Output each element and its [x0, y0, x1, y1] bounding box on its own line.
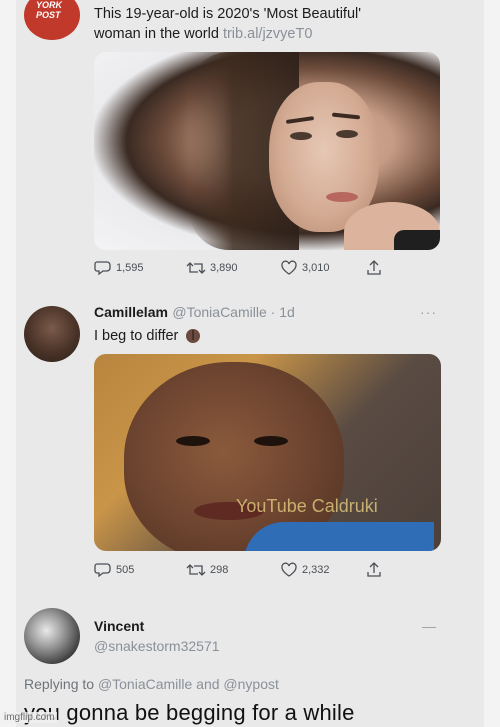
more-options-icon[interactable]: — — [422, 618, 437, 634]
reply-count: 1,595 — [116, 262, 144, 274]
tweet-line-2: woman in the world trib.al/jzvyeT0 — [94, 26, 313, 42]
replying-mentions[interactable]: @ToniaCamille and @nypost — [98, 676, 279, 692]
share-button[interactable] — [366, 260, 382, 276]
tweet-media-image[interactable] — [94, 52, 440, 250]
heart-icon — [281, 562, 297, 577]
tweet-header: Camillelam @ToniaCamille · 1d — [94, 304, 440, 322]
tweet-line-1: This 19-year-old is 2020's 'Most Beautif… — [94, 6, 362, 22]
like-button[interactable]: 2,332 — [280, 562, 330, 578]
retweet-icon — [186, 262, 206, 274]
left-page-edge — [0, 0, 16, 727]
display-name[interactable]: Vincent — [94, 618, 144, 634]
reply-icon — [94, 563, 111, 578]
handle-and-time: @ToniaCamille · 1d — [172, 304, 295, 320]
eye-right — [336, 130, 358, 138]
reply-button[interactable]: 1,595 — [94, 260, 144, 276]
retweet-icon — [186, 564, 206, 576]
handle: @snakestorm32571 — [94, 638, 220, 654]
retweet-button[interactable]: 3,890 — [186, 260, 238, 276]
share-icon — [367, 260, 381, 275]
camille-avatar[interactable] — [24, 306, 80, 362]
tweet-actions: 505 298 2,332 — [94, 562, 440, 582]
video-watermark: YouTube Caldruki — [236, 496, 378, 516]
tweet-media-image[interactable]: YouTube Caldruki — [94, 354, 441, 551]
reply-button[interactable]: 505 — [94, 562, 134, 578]
lips-shape — [326, 192, 358, 202]
shirt-shape — [244, 522, 434, 551]
like-count: 2,332 — [302, 564, 330, 576]
nypost-avatar[interactable]: YORK POST — [24, 0, 80, 40]
vincent-avatar[interactable] — [24, 608, 80, 664]
imgflip-credit: imgflip.com — [2, 712, 57, 723]
reply-text: you gonna be begging for a while — [24, 700, 355, 725]
reply-count: 505 — [116, 564, 135, 576]
retweet-button[interactable]: 298 — [186, 562, 228, 578]
tweet-link[interactable]: trib.al/jzvyeT0 — [223, 26, 312, 42]
eye-left — [176, 436, 210, 446]
eye-left — [290, 132, 312, 140]
praying-emoji-icon — [186, 329, 201, 343]
nypost-logo-icon: YORK POST — [36, 0, 63, 20]
like-count: 3,010 — [302, 262, 330, 274]
tweet-actions: 1,595 3,890 3,010 — [94, 260, 440, 280]
tweet-text: I beg to differ — [94, 326, 202, 346]
like-button[interactable]: 3,010 — [280, 260, 330, 276]
display-name[interactable]: Camillelam — [94, 304, 168, 320]
right-page-edge — [484, 0, 500, 727]
share-icon — [367, 562, 381, 577]
share-button[interactable] — [366, 562, 382, 578]
retweet-count: 3,890 — [210, 262, 238, 274]
more-options-icon[interactable]: ··· — [420, 304, 437, 320]
heart-icon — [281, 260, 297, 275]
reply-icon — [94, 261, 111, 276]
eye-right — [254, 436, 288, 446]
replying-to: Replying to @ToniaCamille and @nypost — [24, 676, 279, 692]
retweet-count: 298 — [210, 564, 229, 576]
strap-shape — [394, 230, 440, 250]
replying-prefix: Replying to — [24, 676, 98, 692]
tweet-text: This 19-year-old is 2020's 'Most Beautif… — [94, 4, 474, 44]
reply-text: I beg to differ — [94, 328, 179, 344]
